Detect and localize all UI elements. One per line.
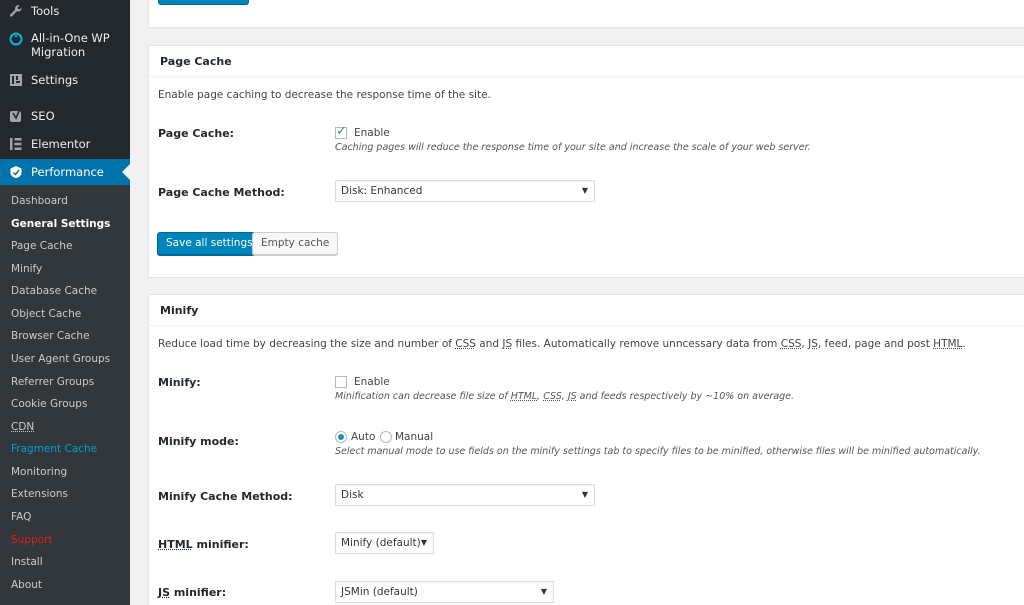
minify-enable-text: Enable [354,376,390,388]
submenu-page-cache[interactable]: Page Cache [11,240,72,252]
submenu-browser-cache[interactable]: Browser Cache [11,330,90,342]
minify-enable-checkbox[interactable] [335,376,347,388]
submenu-extensions[interactable]: Extensions [11,488,68,500]
js-abbr: JS [808,338,818,350]
html-minifier-select[interactable]: Minify (default) ▼ [335,532,434,554]
page-cache-description: Enable page caching to decrease the resp… [158,89,491,101]
submenu-referrer-groups[interactable]: Referrer Groups [11,376,94,388]
css-abbr: CSS [780,338,802,350]
admin-sidebar: Tools All-in-One WP Migration Settings S… [0,0,130,605]
minify-mode-manual-radio[interactable] [380,431,392,443]
migration-icon [9,32,23,46]
menu-label-tools: Tools [31,4,60,18]
performance-icon [9,165,23,179]
radio-selected-dot [338,434,344,440]
submenu-minify[interactable]: Minify [11,263,42,275]
css-abbr: CSS [455,338,476,350]
menu-label-migration: All-in-One WP Migration [31,31,110,59]
page-cache-method-select[interactable]: Disk: Enhanced ▼ [335,180,595,202]
dropdown-arrow-icon: ▼ [540,587,547,596]
page-cache-enable-checkbox[interactable]: ✓ [335,124,347,139]
submenu-support[interactable]: Support [11,534,53,546]
save-all-settings-button[interactable]: Save all settings [157,232,262,255]
empty-cache-button[interactable]: Empty cache [252,232,339,255]
page-cache-enable-label: Page Cache: [158,127,235,140]
submenu-monitoring[interactable]: Monitoring [11,466,67,478]
settings-icon [9,73,23,87]
menu-item-elementor[interactable]: Elementor [0,136,130,152]
submenu-user-agent-groups[interactable]: User Agent Groups [11,353,110,365]
yoast-seo-icon [9,109,23,123]
js-abbr: JS [502,338,513,350]
minify-mode-auto-label: Auto [351,431,376,443]
menu-item-tools[interactable]: Tools [0,3,130,19]
elementor-icon [9,137,23,151]
page-cache-title: Page Cache [149,46,1024,77]
previous-settings-panel [148,0,1024,28]
minify-mode-hint: Select manual mode to use fields on the … [335,446,981,457]
menu-label-settings: Settings [31,73,79,87]
submenu-database-cache[interactable]: Database Cache [11,285,97,297]
previous-save-button[interactable] [158,0,249,5]
menu-label-performance: Performance [31,165,104,179]
minify-description: Reduce load time by decreasing the size … [158,338,966,350]
page-cache-hint: Caching pages will reduce the response t… [335,142,811,153]
minify-mode-auto-radio[interactable] [335,431,347,443]
minify-hint: Minification can decrease file size of H… [335,391,795,402]
html-abbr: HTML [933,338,963,350]
menu-item-migration[interactable]: All-in-One WP Migration [0,31,130,61]
menu-item-performance[interactable]: Performance [0,159,130,185]
minify-panel: Minify Reduce load time by decreasing th… [148,294,1024,605]
submenu-object-cache[interactable]: Object Cache [11,308,81,320]
dropdown-arrow-icon: ▼ [581,490,588,499]
wrench-icon [9,4,23,18]
submenu-cdn[interactable]: CDN [11,421,34,433]
menu-item-seo[interactable]: SEO [0,108,130,124]
dropdown-arrow-icon: ▼ [581,186,588,195]
html-minifier-label: HTML minifier: [158,538,249,551]
minify-mode-manual-label: Manual [395,431,434,443]
submenu-fragment-cache[interactable]: Fragment Cache [11,443,97,455]
submenu-general-settings[interactable]: General Settings [11,218,110,230]
menu-item-settings[interactable]: Settings [0,72,130,88]
performance-submenu: Dashboard General Settings Page Cache Mi… [0,185,130,605]
menu-label-seo: SEO [31,109,55,123]
active-menu-arrow [122,164,130,180]
minify-title: Minify [149,295,1024,326]
minify-cache-method-label: Minify Cache Method: [158,490,293,503]
js-minifier-label: JS minifier: [158,586,227,599]
html-minifier-value: Minify (default) [341,537,421,549]
page-cache-enable-text: Enable [354,127,390,139]
page-cache-method-value: Disk: Enhanced [341,185,423,197]
dropdown-arrow-icon: ▼ [420,538,427,547]
submenu-faq[interactable]: FAQ [11,511,31,523]
minify-cache-method-value: Disk [341,489,364,501]
page-cache-method-label: Page Cache Method: [158,186,285,199]
submenu-dashboard[interactable]: Dashboard [11,195,68,207]
minify-enable-label: Minify: [158,376,201,389]
minify-mode-label: Minify mode: [158,435,239,448]
checkmark-icon: ✓ [336,124,347,139]
js-minifier-value: JSMin (default) [341,586,418,598]
js-minifier-select[interactable]: JSMin (default) ▼ [335,581,554,603]
menu-label-elementor: Elementor [31,137,91,151]
submenu-install[interactable]: Install [11,556,43,568]
submenu-cookie-groups[interactable]: Cookie Groups [11,398,87,410]
minify-cache-method-select[interactable]: Disk ▼ [335,484,595,506]
submenu-about[interactable]: About [11,579,42,591]
page-cache-panel: Page Cache Enable page caching to decrea… [148,45,1024,278]
